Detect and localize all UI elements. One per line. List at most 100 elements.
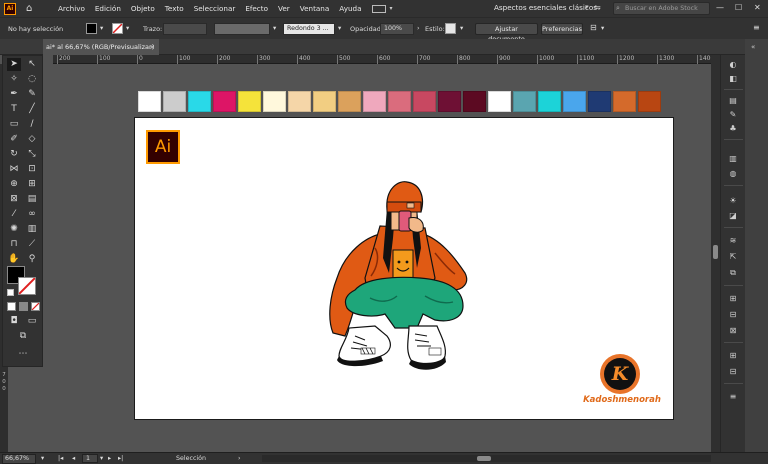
document-setup-button[interactable]: Ajustar documento [475, 23, 538, 43]
chevron-down-icon[interactable]: ▾ [100, 24, 103, 32]
color-swatch[interactable] [488, 91, 511, 112]
stroke-weight-field[interactable] [163, 23, 207, 35]
color-swatch[interactable] [388, 91, 411, 112]
slice-tool-icon[interactable]: ⟋ [25, 238, 39, 251]
free-transform-icon[interactable]: ⊡ [25, 163, 39, 176]
graphic-style-swatch[interactable] [445, 23, 456, 34]
color-swatch[interactable] [538, 91, 561, 112]
collapse-panels-icon[interactable]: « [751, 43, 755, 51]
edit-toolbar-icon[interactable]: ⋯ [16, 348, 30, 361]
opacity-field[interactable]: 100% [380, 23, 414, 35]
scale-tool-icon[interactable]: ⤡ [25, 148, 39, 161]
menu-seleccionar[interactable]: Seleccionar [189, 4, 241, 13]
line-tool-icon[interactable]: ╱ [25, 103, 39, 116]
previous-artboard-icon[interactable]: ◂ [72, 453, 75, 464]
color-swatch[interactable] [213, 91, 236, 112]
preferences-button[interactable]: Preferencias [541, 23, 583, 35]
paintbrush-icon[interactable]: / [25, 118, 39, 131]
workspace-layout-icon[interactable] [372, 4, 387, 13]
color-swatch[interactable] [313, 91, 336, 112]
pen-tool-icon[interactable]: ✒ [7, 88, 21, 101]
chevron-down-icon[interactable]: ▾ [601, 24, 604, 32]
gradient-panel-icon[interactable]: ▥ [726, 153, 740, 165]
zoom-field[interactable]: 66,67% [2, 454, 36, 464]
transform-panel-icon[interactable]: ⊞ [726, 293, 740, 305]
align-icon[interactable]: ⊟ [590, 23, 597, 32]
menu-archivo[interactable]: Archivo [53, 4, 90, 13]
zoom-tool-icon[interactable]: ⚲ [25, 253, 39, 266]
variable-width-profile[interactable] [214, 23, 270, 35]
symbol-sprayer-icon[interactable]: ✺ [7, 223, 21, 236]
direct-selection-tool-icon[interactable]: ↖ [25, 58, 39, 71]
artboard[interactable]: Ai K Kadoshmenorah [134, 117, 674, 420]
character-panel-icon[interactable]: ⊞ [726, 350, 740, 362]
next-artboard-icon[interactable]: ▸ [108, 453, 111, 464]
blend-tool-icon[interactable]: ∞ [25, 208, 39, 221]
workspace-preset[interactable]: Aspectos esenciales clásicos [494, 3, 597, 12]
chevron-down-icon[interactable]: ▾ [126, 24, 129, 32]
scrollbar-thumb[interactable] [477, 456, 491, 461]
paragraph-panel-icon[interactable]: ⊟ [726, 366, 740, 378]
color-swatch[interactable] [263, 91, 286, 112]
close-tab-icon[interactable]: × [150, 39, 155, 55]
color-mode-icon[interactable] [7, 302, 16, 311]
fill-swatch[interactable] [86, 23, 97, 34]
eyedropper-icon[interactable]: ⁄ [7, 208, 21, 221]
menu-objeto[interactable]: Objeto [126, 4, 160, 13]
change-screen-mode-icon[interactable]: ⧉ [16, 330, 30, 343]
appearance-panel-icon[interactable]: ☀ [726, 195, 740, 207]
shape-builder-icon[interactable]: ⊕ [7, 178, 21, 191]
chevron-down-icon[interactable]: ▾ [460, 24, 463, 32]
eraser-icon[interactable]: ◇ [25, 133, 39, 146]
hand-tool-icon[interactable]: ✋ [7, 253, 21, 266]
color-swatch[interactable] [138, 91, 161, 112]
curvature-tool-icon[interactable]: ✎ [25, 88, 39, 101]
selection-tool-icon[interactable]: ➤ [7, 58, 21, 71]
chevron-down-icon[interactable]: ▾ [100, 453, 103, 464]
perspective-grid-icon[interactable]: ⊞ [25, 178, 39, 191]
girl-illustration[interactable] [325, 178, 475, 373]
scrollbar-thumb[interactable] [713, 245, 718, 259]
opentype-panel-icon[interactable]: ≡ [726, 391, 740, 403]
rotate-tool-icon[interactable]: ↻ [7, 148, 21, 161]
chevron-right-icon[interactable]: › [238, 453, 241, 464]
document-tab[interactable]: ai* al 66,67% (RGB/Previsualizar) × [43, 39, 159, 55]
color-guide-icon[interactable]: ◧ [726, 73, 740, 85]
menu-efecto[interactable]: Efecto [240, 4, 273, 13]
color-swatch[interactable] [563, 91, 586, 112]
asset-export-icon[interactable]: ⇱ [726, 251, 740, 263]
chevron-down-icon[interactable]: ▾ [41, 453, 44, 464]
color-swatch[interactable] [238, 91, 261, 112]
gradient-mode-icon[interactable] [19, 302, 28, 311]
stroke-swatch[interactable] [112, 23, 123, 34]
minimize-icon[interactable]: — [716, 3, 724, 12]
color-swatch[interactable] [513, 91, 536, 112]
pathfinder-panel-icon[interactable]: ⊠ [726, 325, 740, 337]
color-swatch[interactable] [188, 91, 211, 112]
last-artboard-icon[interactable]: ▸| [118, 453, 123, 464]
color-swatch[interactable] [163, 91, 186, 112]
vertical-scrollbar[interactable] [711, 55, 720, 452]
color-swatch[interactable] [588, 91, 611, 112]
color-swatch[interactable] [363, 91, 386, 112]
brushes-panel-icon[interactable]: ✎ [726, 109, 740, 121]
menu-texto[interactable]: Texto [160, 4, 189, 13]
first-artboard-icon[interactable]: |◂ [58, 453, 63, 464]
menu-ventana[interactable]: Ventana [295, 4, 335, 13]
lasso-icon[interactable]: ◌ [25, 73, 39, 86]
arrange-documents-icon[interactable]: ⇋ [594, 3, 601, 12]
horizontal-scrollbar[interactable] [262, 455, 711, 462]
stroke-color-icon[interactable] [18, 277, 36, 295]
color-swatch[interactable] [288, 91, 311, 112]
graphic-styles-icon[interactable]: ◪ [726, 210, 740, 222]
home-icon[interactable]: ⌂ [26, 3, 40, 15]
artboards-panel-icon[interactable]: ⧉ [726, 267, 740, 279]
rectangle-tool-icon[interactable]: ▭ [7, 118, 21, 131]
artboard-tool-icon[interactable]: ⊓ [7, 238, 21, 251]
transparency-panel-icon[interactable]: ◍ [726, 168, 740, 180]
chevron-down-icon[interactable]: ▾ [273, 24, 276, 32]
screen-mode-icon[interactable]: ▭ [25, 315, 39, 328]
column-graph-icon[interactable]: ▥ [25, 223, 39, 236]
kadoshmenorah-logo[interactable]: K [600, 354, 640, 394]
chevron-right-icon[interactable]: › [417, 24, 420, 32]
